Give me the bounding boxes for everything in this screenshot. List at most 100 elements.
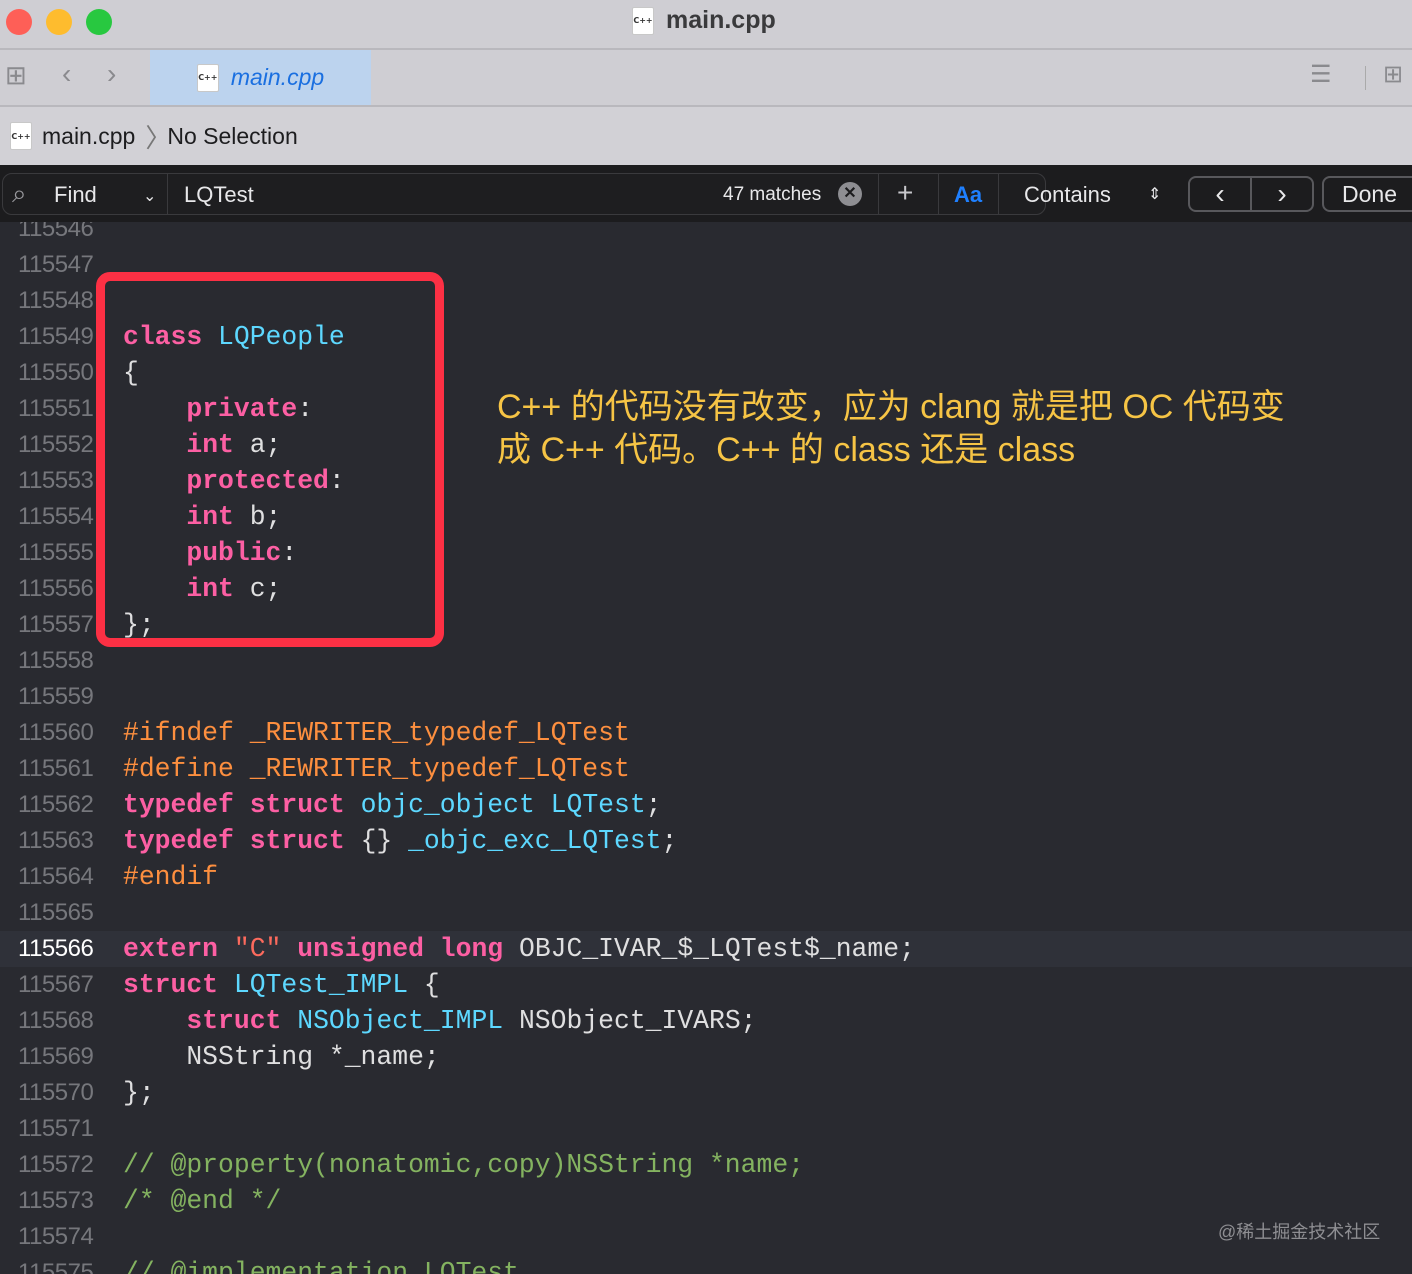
code-line[interactable]: 115567 struct LQTest_IMPL { (0, 967, 1412, 1003)
breadcrumb-selection[interactable]: No Selection (167, 123, 297, 150)
code-text: #endif (123, 859, 218, 895)
code-token: struct (123, 970, 219, 1000)
code-line[interactable]: 115568 struct NSObject_IMPL NSObject_IVA… (0, 1003, 1412, 1039)
code-token: #define _REWRITER_typedef_LQTest (123, 754, 630, 784)
previous-match-icon[interactable]: ‹ (1190, 178, 1250, 210)
code-line[interactable]: 115560 #ifndef _REWRITER_typedef_LQTest (0, 715, 1412, 751)
line-number: 115571 (18, 1115, 94, 1142)
line-number: 115566 (18, 935, 94, 962)
grid-icon[interactable]: ⊞ (5, 60, 27, 91)
highlight-box (96, 272, 444, 647)
back-icon[interactable]: ‹ (62, 58, 71, 90)
add-pattern-icon[interactable]: + (897, 177, 913, 209)
line-number: 115575 (18, 1259, 94, 1274)
code-token: _objc_exc_LQTest (408, 826, 662, 856)
code-text: NSString *_name; (123, 1039, 439, 1075)
add-editor-icon[interactable]: ⊞ (1383, 60, 1403, 89)
match-case-button[interactable]: Aa (954, 182, 982, 208)
code-line[interactable]: 115546 (0, 222, 1412, 247)
code-text: struct NSObject_IMPL NSObject_IVARS; (123, 1003, 756, 1039)
code-line[interactable]: 115574 (0, 1219, 1412, 1255)
forward-icon[interactable]: › (107, 58, 116, 90)
code-token: // @implementation LQTest (123, 1258, 519, 1274)
line-number: 115548 (18, 287, 94, 314)
close-window-button[interactable] (6, 9, 32, 35)
code-token: typedef (123, 826, 234, 856)
line-number: 115547 (18, 251, 94, 278)
line-number: 115564 (18, 863, 94, 890)
line-number: 115574 (18, 1223, 94, 1250)
line-number: 115557 (18, 611, 94, 638)
code-line[interactable]: 115564 #endif (0, 859, 1412, 895)
line-number: 115550 (18, 359, 94, 386)
code-line[interactable]: 115559 (0, 679, 1412, 715)
code-text: extern "C" unsigned long OBJC_IVAR_$_LQT… (123, 931, 915, 967)
code-line[interactable]: 115563 typedef struct {} _objc_exc_LQTest… (0, 823, 1412, 859)
line-number: 115562 (18, 791, 94, 818)
code-token: // @property(nonatomic,copy)NSString *na… (123, 1150, 804, 1180)
code-token: struct (249, 790, 345, 820)
line-number: 115553 (18, 467, 94, 494)
code-line[interactable]: 115569 NSString *_name; (0, 1039, 1412, 1075)
code-token: {} (344, 826, 409, 856)
find-bar: ⌕ Find ⌄ LQTest 47 matches ✕ + Aa Contai… (0, 165, 1412, 222)
editor-options-icon[interactable]: ☰ (1310, 60, 1332, 89)
code-token: LQTest (550, 790, 646, 820)
code-text: }; (123, 1075, 155, 1111)
code-text: typedef struct objc_object LQTest; (123, 787, 662, 823)
code-line[interactable]: 115570}; (0, 1075, 1412, 1111)
title-bar: C++ main.cpp (0, 0, 1412, 50)
line-number: 115567 (18, 971, 94, 998)
code-token: extern (123, 934, 219, 964)
match-type-select[interactable]: Contains (1024, 182, 1111, 208)
chevron-down-icon[interactable]: ⌄ (143, 186, 156, 206)
line-number: 115561 (18, 755, 94, 782)
divider (998, 173, 999, 215)
code-token: typedef (123, 790, 234, 820)
tab-main-cpp[interactable]: C++ main.cpp (150, 50, 371, 105)
search-input[interactable]: LQTest (184, 182, 254, 208)
code-line[interactable]: 115566 extern "C" unsigned long OBJC_IVAR… (0, 931, 1412, 967)
code-text: // @property(nonatomic,copy)NSString *na… (123, 1147, 804, 1183)
next-match-icon[interactable]: › (1252, 178, 1312, 210)
code-text: /* @end */ (123, 1183, 281, 1219)
code-token: /* @end */ (123, 1186, 282, 1216)
window-title: C++ main.cpp (632, 6, 776, 35)
code-line[interactable]: 115561 #define _REWRITER_typedef_LQTest (0, 751, 1412, 787)
find-mode[interactable]: Find (54, 182, 97, 208)
line-number: 115554 (18, 503, 94, 530)
find-field[interactable] (2, 173, 1046, 215)
code-line[interactable]: 115573 /* @end */ (0, 1183, 1412, 1219)
divider (167, 173, 168, 215)
watermark: @稀土掘金技术社区 (1218, 1222, 1381, 1242)
match-count: 47 matches (723, 184, 822, 205)
done-button[interactable]: Done (1322, 176, 1412, 212)
code-line[interactable]: 115571 (0, 1111, 1412, 1147)
zoom-window-button[interactable] (86, 9, 112, 35)
code-line[interactable]: 115562 typedef struct objc_object LQTest; (0, 787, 1412, 823)
clear-search-icon[interactable]: ✕ (838, 182, 862, 206)
cpp-file-icon: C++ (10, 122, 32, 150)
code-line[interactable]: 115575 // @implementation LQTest (0, 1255, 1412, 1274)
code-line[interactable]: 115558 (0, 643, 1412, 679)
breadcrumb-file[interactable]: main.cpp (42, 123, 135, 150)
code-line[interactable]: 115572 // @property(nonatomic,copy)NSStri… (0, 1147, 1412, 1183)
line-number: 115559 (18, 683, 94, 710)
line-number: 115572 (18, 1151, 94, 1178)
minimize-window-button[interactable] (46, 9, 72, 35)
code-token: "C" (233, 934, 282, 964)
line-number: 115565 (18, 899, 94, 926)
breadcrumb: C++ main.cpp 〉 No Selection (0, 107, 1412, 165)
code-line[interactable]: 115565 (0, 895, 1412, 931)
line-number: 115563 (18, 827, 94, 854)
line-number: 115560 (18, 719, 94, 746)
annotation-text: C++ 的代码没有改变，应为 clang 就是把 OC 代码变成 C++ 代码。… (497, 388, 1285, 469)
